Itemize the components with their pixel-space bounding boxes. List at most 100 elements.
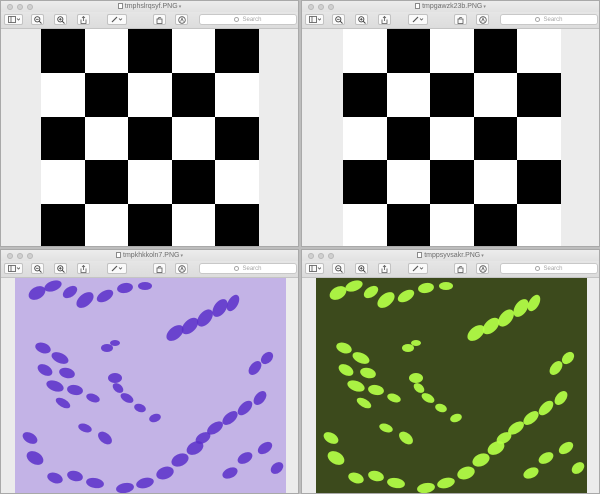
checker-square [386, 160, 431, 205]
title-bar[interactable]: tmpgawzk23b.PNG▾ [302, 1, 599, 12]
markup-pen-button[interactable] [408, 263, 428, 274]
checker-square [215, 204, 259, 246]
image-canvas[interactable] [1, 278, 298, 493]
sidebar-toggle-button[interactable] [4, 263, 23, 274]
zoom-out-button[interactable] [31, 14, 44, 25]
search-icon [234, 17, 240, 22]
window-title[interactable]: tmpkhkkoln7.PNG▾ [1, 251, 298, 261]
zoom-out-button[interactable] [332, 263, 345, 274]
checker-square [171, 204, 216, 246]
window-title[interactable]: tmphslrqsyf.PNG▾ [1, 2, 298, 12]
checker-square [343, 72, 387, 117]
search-field[interactable]: Search [500, 14, 598, 25]
markup-pen-button[interactable] [107, 263, 127, 274]
title-bar[interactable]: tmpkhkkoln7.PNG▾ [1, 250, 298, 261]
zoom-out-icon [334, 15, 343, 24]
markup-pen-button[interactable] [107, 14, 127, 25]
checker-square [84, 204, 129, 246]
rotate-button[interactable] [153, 14, 166, 25]
zoom-out-icon [334, 264, 343, 273]
pen-icon [111, 265, 123, 272]
markup-toolbar-button[interactable] [476, 263, 489, 274]
markup-pen-button[interactable] [408, 14, 428, 25]
image-canvas[interactable] [302, 278, 599, 493]
search-icon [234, 266, 240, 271]
image-canvas[interactable] [1, 29, 298, 246]
document-icon [117, 3, 123, 9]
share-button[interactable] [77, 263, 90, 274]
rotate-button[interactable] [454, 263, 467, 274]
checker-square [41, 29, 85, 73]
checker-square [128, 72, 172, 117]
chevron-down-icon: ▾ [180, 253, 183, 259]
share-button[interactable] [77, 14, 90, 25]
window-title[interactable]: tmppsyvsakr.PNG▾ [302, 251, 599, 261]
sidebar-toggle-button[interactable] [4, 14, 23, 25]
zoom-in-button[interactable] [355, 263, 368, 274]
checker-square [343, 29, 387, 73]
share-button[interactable] [378, 263, 391, 274]
preview-window-2: tmpgawzk23b.PNG▾ Search [301, 0, 600, 247]
search-icon [535, 17, 541, 22]
stained-tissue-image [15, 278, 286, 493]
checker-square [84, 29, 129, 73]
markup-toolbar-button[interactable] [476, 14, 489, 25]
checker-square [171, 72, 216, 117]
toolbar: Search [1, 12, 298, 29]
document-icon [116, 252, 122, 258]
title-bar[interactable]: tmppsyvsakr.PNG▾ [302, 250, 599, 261]
checker-square [41, 72, 85, 117]
cell-nucleus [138, 282, 152, 290]
share-icon [80, 15, 87, 24]
image-canvas[interactable] [302, 29, 599, 246]
chevron-down-icon: ▾ [481, 253, 484, 259]
checker-square [171, 116, 216, 161]
markup-toolbar-button[interactable] [175, 263, 188, 274]
markup-icon [177, 264, 186, 273]
cell-nucleus [411, 340, 421, 346]
toolbar: Search [1, 261, 298, 278]
zoom-in-icon [56, 15, 65, 24]
search-icon [535, 266, 541, 271]
search-field[interactable]: Search [199, 263, 297, 274]
search-field[interactable]: Search [500, 263, 598, 274]
rotate-icon [156, 265, 163, 273]
rotate-button[interactable] [454, 14, 467, 25]
search-placeholder: Search [242, 265, 262, 272]
zoom-in-button[interactable] [355, 14, 368, 25]
rotate-icon [156, 16, 163, 24]
window-title[interactable]: tmpgawzk23b.PNG▾ [302, 2, 599, 12]
checker-square [517, 160, 561, 205]
zoom-in-icon [357, 264, 366, 273]
checker-square [386, 116, 431, 161]
zoom-out-button[interactable] [31, 263, 44, 274]
share-button[interactable] [378, 14, 391, 25]
search-field[interactable]: Search [199, 14, 297, 25]
checker-square [41, 116, 85, 161]
zoom-in-button[interactable] [54, 14, 67, 25]
zoom-in-icon [56, 264, 65, 273]
checker-square [215, 160, 259, 205]
rotate-icon [457, 265, 464, 273]
checker-square [517, 204, 561, 246]
pen-icon [111, 16, 123, 23]
zoom-out-button[interactable] [332, 14, 345, 25]
checker-square [128, 204, 172, 246]
checker-square [430, 72, 474, 117]
checker-square [517, 29, 561, 73]
rotate-button[interactable] [153, 263, 166, 274]
sidebar-icon [7, 265, 20, 272]
sidebar-toggle-button[interactable] [305, 14, 324, 25]
checker-square [473, 204, 518, 246]
checker-square [84, 116, 129, 161]
checker-square [343, 116, 387, 161]
zoom-in-button[interactable] [54, 263, 67, 274]
share-icon [381, 264, 388, 273]
sidebar-toggle-button[interactable] [305, 263, 324, 274]
checker-square [430, 204, 474, 246]
title-bar[interactable]: tmphslrqsyf.PNG▾ [1, 1, 298, 12]
cell-nucleus [402, 344, 414, 352]
checker-square [386, 72, 431, 117]
sidebar-icon [7, 16, 20, 23]
markup-toolbar-button[interactable] [175, 14, 188, 25]
